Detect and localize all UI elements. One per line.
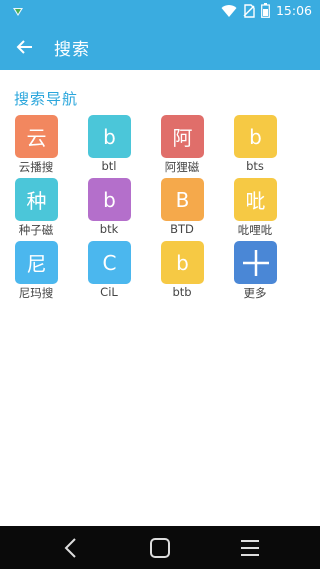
tile-glyph: b <box>103 187 116 212</box>
nav-item[interactable]: b btb <box>146 241 218 303</box>
site-icon-tile: 阿 <box>161 115 204 158</box>
back-button[interactable] <box>12 34 38 60</box>
arrow-left-icon <box>16 40 32 54</box>
tile-glyph: 云 <box>26 126 47 150</box>
page-title: 搜索 <box>54 40 90 60</box>
nav-item-label: 尼玛搜 <box>18 286 54 300</box>
nav-item[interactable]: B BTD <box>146 178 218 240</box>
section-title: 搜索导航 <box>14 90 79 108</box>
nav-item-label: 吡哩吡 <box>237 223 273 237</box>
tile-glyph: C <box>102 250 117 275</box>
system-indicators: 15:06 <box>221 3 312 18</box>
nav-item-label: 更多 <box>243 286 267 300</box>
site-icon-tile: b <box>88 178 131 221</box>
notification-icon <box>13 8 23 16</box>
toolbar: 搜索 <box>0 24 320 70</box>
nav-item-label: btk <box>99 222 119 236</box>
nav-item-label: btl <box>101 159 117 173</box>
site-icon-tile: 种 <box>15 178 58 221</box>
tile-glyph: b <box>176 250 189 275</box>
nav-item[interactable]: 吡吡哩吡 <box>219 178 291 240</box>
tile-glyph: 阿 <box>172 126 193 150</box>
site-icon-tile: 吡 <box>234 178 277 221</box>
nav-item-label: BTD <box>170 222 194 236</box>
tile-glyph: b <box>249 124 262 149</box>
wifi-icon <box>221 4 237 18</box>
site-icon-tile: 尼 <box>15 241 58 284</box>
nav-item-label: 云播搜 <box>18 160 54 174</box>
status-bar: 15:06 <box>0 0 320 24</box>
site-icon-tile: C <box>88 241 131 284</box>
nav-item[interactable]: b btk <box>73 178 145 240</box>
nav-item-label: 阿狸磁 <box>164 160 200 174</box>
tile-glyph: 吡 <box>245 189 266 213</box>
system-nav-bar <box>0 526 320 569</box>
battery-icon <box>261 3 270 18</box>
nav-item[interactable]: b bts <box>219 115 291 177</box>
site-icon-tile: b <box>234 115 277 158</box>
nav-item[interactable]: 阿阿狸磁 <box>146 115 218 177</box>
system-recents-button[interactable] <box>236 534 264 562</box>
tile-glyph: B <box>175 187 190 212</box>
site-icon-tile: 云 <box>15 115 58 158</box>
back-icon <box>64 538 76 558</box>
nav-item[interactable]: 更多 <box>219 241 291 303</box>
nav-item-label: CiL <box>100 285 118 299</box>
clock: 15:06 <box>275 3 312 18</box>
recents-icon <box>241 540 259 556</box>
nav-item[interactable]: b btl <box>73 115 145 177</box>
system-back-button[interactable] <box>56 534 84 562</box>
tile-glyph: b <box>103 124 116 149</box>
home-icon <box>150 538 170 558</box>
nav-item[interactable]: 云云播搜 <box>0 115 72 177</box>
nav-item[interactable]: 种种子磁 <box>0 178 72 240</box>
more-tile <box>234 241 277 284</box>
nav-item[interactable]: C CiL <box>73 241 145 303</box>
system-home-button[interactable] <box>146 534 174 562</box>
nav-item-label: btb <box>172 285 192 299</box>
nav-item-label: bts <box>246 159 264 173</box>
nav-item[interactable]: 尼尼玛搜 <box>0 241 72 303</box>
no-sim-icon <box>243 3 255 18</box>
nav-item-label: 种子磁 <box>18 223 54 237</box>
tile-glyph: 种 <box>26 189 47 213</box>
site-icon-tile: b <box>88 115 131 158</box>
plus-icon <box>242 249 269 276</box>
site-icon-tile: B <box>161 178 204 221</box>
site-icon-tile: b <box>161 241 204 284</box>
tile-glyph: 尼 <box>26 252 47 276</box>
